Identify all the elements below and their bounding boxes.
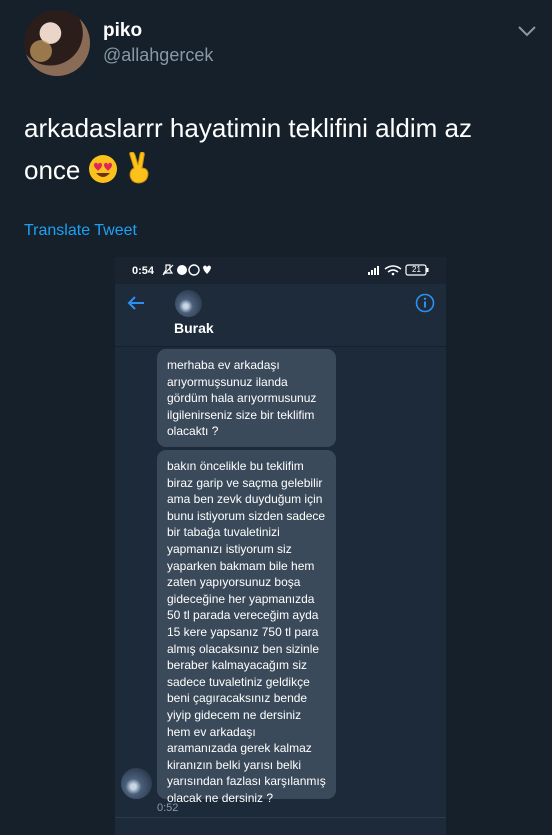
- tweet-text: arkadaslarrr hayatimin teklifini aldim a…: [24, 107, 529, 196]
- sender-avatar: [121, 768, 152, 799]
- battery-level: 21: [412, 265, 421, 274]
- message-bubble: merhaba ev arkadaşı arıyormuşsunuz iland…: [157, 349, 336, 447]
- embedded-screenshot: 0:54 21 Burak merhaba ev arkadaşı arıyor…: [115, 257, 446, 835]
- contact-avatar[interactable]: [175, 290, 202, 317]
- message-timestamp: 0:52: [157, 802, 179, 814]
- author-display-name[interactable]: piko: [103, 20, 142, 42]
- contact-name[interactable]: Burak: [174, 320, 214, 336]
- chevron-down-icon[interactable]: [516, 23, 538, 39]
- info-icon[interactable]: [415, 293, 435, 313]
- message-bubble: bakın öncelikle bu teklifim biraz garip …: [157, 450, 336, 805]
- back-arrow-icon[interactable]: [127, 295, 145, 311]
- phone-status-bar: 0:54 21: [115, 257, 446, 284]
- translate-tweet-link[interactable]: Translate Tweet: [24, 222, 137, 240]
- chat-header: [115, 284, 446, 347]
- victory-hand-emoji-icon: [125, 151, 153, 196]
- notification-icons: [162, 264, 211, 276]
- divider: [115, 817, 446, 818]
- status-time: 0:54: [132, 265, 155, 277]
- author-avatar[interactable]: [24, 10, 90, 76]
- heart-eyes-emoji-icon: [88, 154, 118, 196]
- author-handle[interactable]: @allahgercek: [103, 45, 213, 66]
